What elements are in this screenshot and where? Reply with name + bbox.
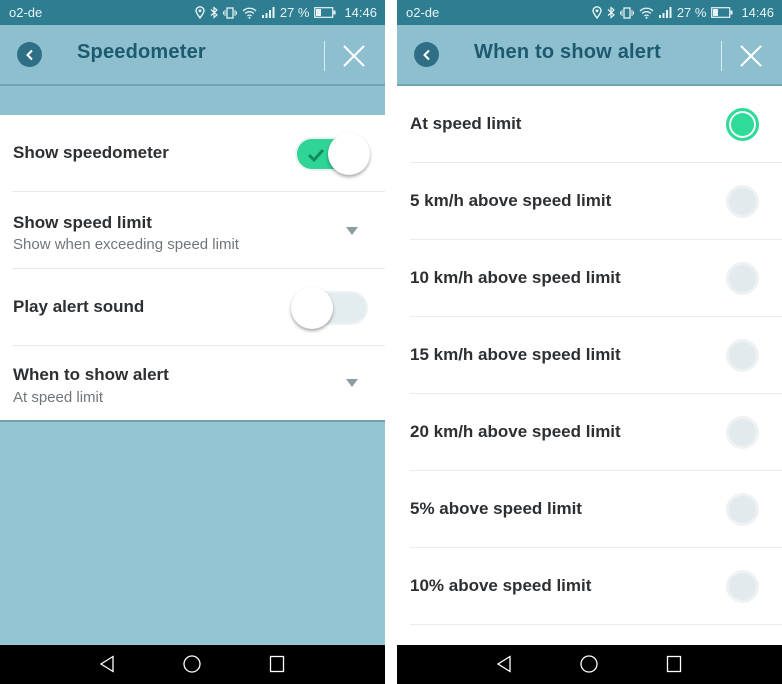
location-icon [592,6,602,19]
setting-show-speedometer[interactable]: Show speedometer [12,115,385,192]
option-20kmh-above[interactable]: 20 km/h above speed limit [410,394,782,471]
when-to-show-alert-screen: o2-de 27 % 14:46 When to show alert At s… [397,0,782,684]
setting-subtitle: At speed limit [13,389,104,406]
radio-unselected[interactable] [726,416,759,449]
dropdown-arrow-icon[interactable] [346,379,358,387]
dropdown-arrow-icon[interactable] [346,227,358,235]
status-bar: o2-de 27 % 14:46 [397,0,782,25]
carrier-label: o2-de [9,5,43,20]
alert-options-list: At speed limit 5 km/h above speed limit … [397,86,782,645]
chevron-left-icon [422,49,430,60]
option-10kmh-above[interactable]: 10 km/h above speed limit [410,240,782,317]
radio-selected[interactable] [726,108,759,141]
setting-title: Show speed limit [13,213,152,232]
back-button[interactable] [414,42,439,67]
location-icon [195,6,205,19]
close-icon [740,45,762,67]
header-divider [324,41,325,71]
back-triangle-icon[interactable] [496,655,512,673]
radio-unselected[interactable] [726,339,759,372]
toggle-knob [291,287,333,329]
setting-show-speed-limit[interactable]: Show speed limit Show when exceeding spe… [12,192,385,269]
speedometer-screen: o2-de 27 % 14:46 Speedometer Show speedo… [0,0,385,684]
clock: 14:46 [741,5,774,20]
bluetooth-icon [607,6,615,19]
wifi-icon [242,7,257,19]
settings-list: Show speedometer Show speed limit Show w… [0,115,385,422]
setting-title: When to show alert [13,365,169,384]
status-icons: 27 % 14:46 [195,5,377,20]
option-label: At speed limit [410,114,522,133]
checkmark-icon [307,148,325,162]
option-label: 5 km/h above speed limit [410,191,612,210]
app-bar: When to show alert [397,25,782,86]
recents-square-icon[interactable] [269,655,285,673]
play-alert-sound-toggle[interactable] [291,287,371,329]
setting-title: Show speedometer [13,143,169,162]
back-triangle-icon[interactable] [99,655,115,673]
wifi-icon [639,7,654,19]
recents-square-icon[interactable] [666,655,682,673]
status-bar: o2-de 27 % 14:46 [0,0,385,25]
show-speedometer-toggle[interactable] [295,133,372,175]
page-title: Speedometer [77,41,206,63]
vibrate-icon [619,6,634,19]
radio-unselected[interactable] [726,262,759,295]
setting-when-to-show-alert[interactable]: When to show alert At speed limit [12,346,385,423]
close-button[interactable] [738,43,764,69]
battery-percent: 27 % [676,5,707,20]
bluetooth-icon [210,6,218,19]
header-divider [721,41,722,71]
app-bar: Speedometer [0,25,385,86]
option-15kmh-above[interactable]: 15 km/h above speed limit [410,317,782,394]
header-spacer [0,86,385,115]
setting-title: Play alert sound [13,297,145,316]
close-icon [343,45,365,67]
clock: 14:46 [344,5,377,20]
option-at-speed-limit[interactable]: At speed limit [410,86,782,163]
battery-icon [314,7,336,18]
page-title: When to show alert [474,41,661,63]
setting-play-alert-sound[interactable]: Play alert sound [12,269,385,346]
option-5kmh-above[interactable]: 5 km/h above speed limit [410,163,782,240]
battery-percent: 27 % [279,5,310,20]
option-label: 5% above speed limit [410,499,582,518]
carrier-label: o2-de [406,5,440,20]
signal-icon [658,7,672,18]
option-label: 20 km/h above speed limit [410,422,621,441]
option-label: 10% above speed limit [410,576,592,595]
home-circle-icon[interactable] [183,655,201,673]
radio-unselected[interactable] [726,493,759,526]
option-label: 15 km/h above speed limit [410,345,621,364]
back-button[interactable] [17,42,42,67]
navigation-bar [397,645,782,684]
radio-unselected[interactable] [726,570,759,603]
chevron-left-icon [25,49,33,60]
option-5pct-above[interactable]: 5% above speed limit [410,471,782,548]
signal-icon [261,7,275,18]
setting-subtitle: Show when exceeding speed limit [13,236,239,253]
home-circle-icon[interactable] [580,655,598,673]
close-button[interactable] [341,43,367,69]
option-label: 10 km/h above speed limit [410,268,621,287]
status-icons: 27 % 14:46 [592,5,774,20]
vibrate-icon [222,6,237,19]
option-10pct-above[interactable]: 10% above speed limit [410,548,782,625]
radio-unselected[interactable] [726,185,759,218]
navigation-bar [0,645,385,684]
toggle-knob [328,133,370,175]
battery-icon [711,7,733,18]
